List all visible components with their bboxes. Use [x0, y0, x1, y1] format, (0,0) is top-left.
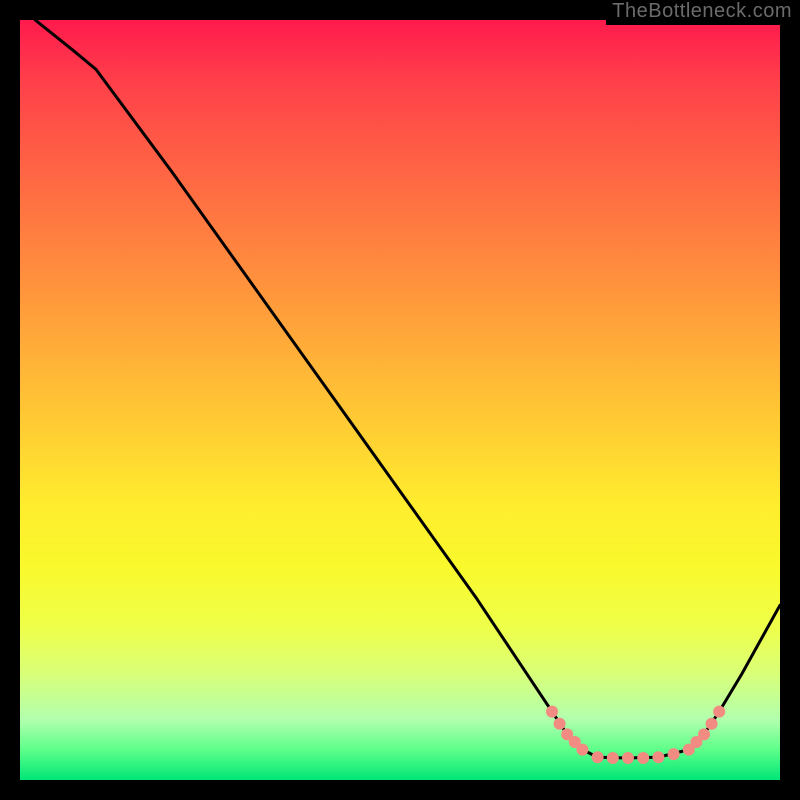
plot-gradient-area: [20, 20, 780, 780]
chart-container: TheBottleneck.com: [0, 0, 800, 800]
attribution-label: TheBottleneck.com: [606, 0, 794, 25]
